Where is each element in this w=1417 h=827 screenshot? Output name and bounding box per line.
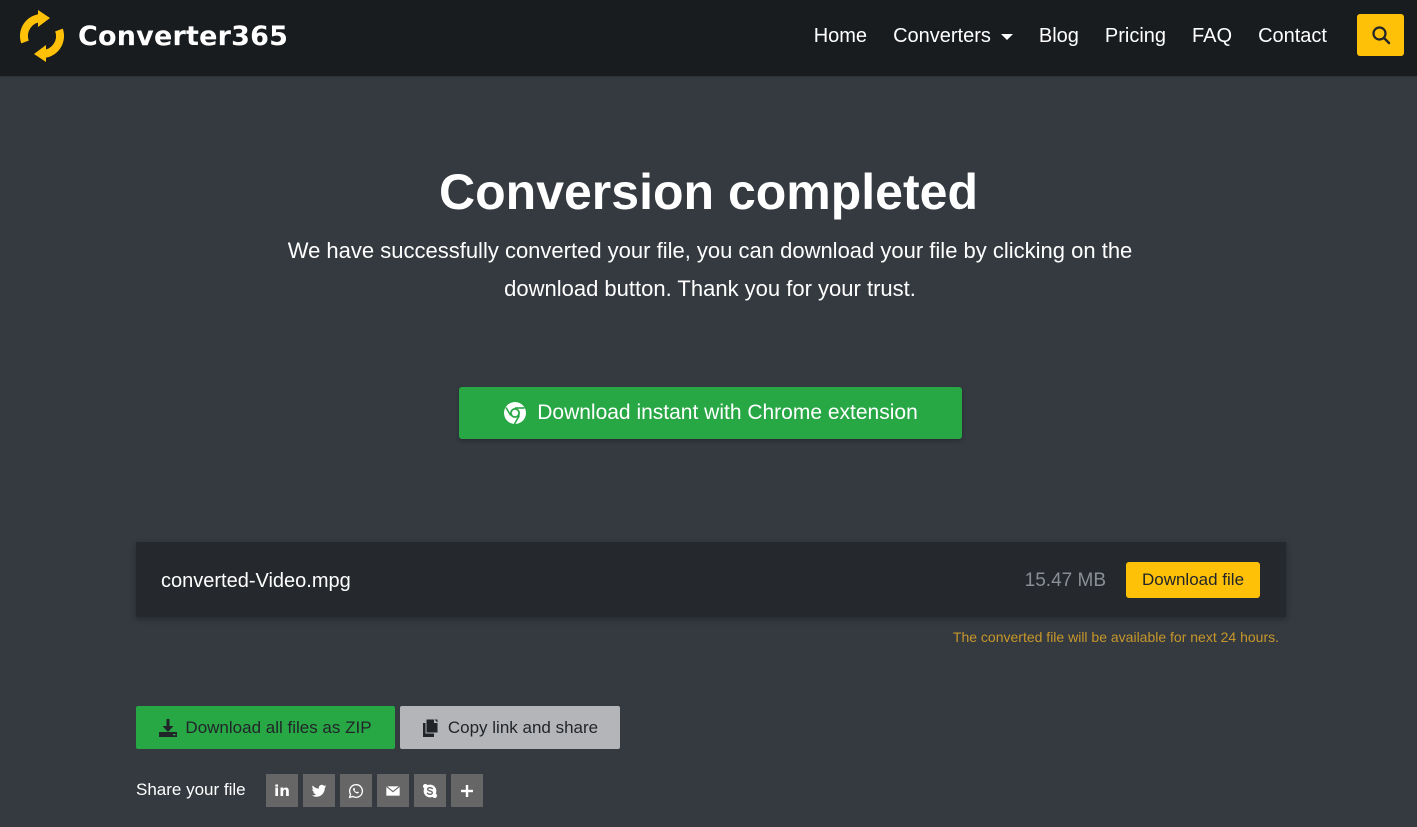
share-twitter-button[interactable]	[303, 774, 335, 807]
share-email-button[interactable]	[377, 774, 409, 807]
page-title: Conversion completed	[439, 164, 978, 220]
page-subtitle: We have successfully converted your file…	[250, 232, 1170, 308]
chrome-icon	[504, 402, 527, 425]
share-more-button[interactable]	[451, 774, 483, 807]
whatsapp-icon	[348, 783, 364, 798]
search-icon	[1371, 26, 1390, 45]
nav-faq[interactable]: FAQ	[1192, 25, 1232, 48]
email-icon	[385, 785, 401, 796]
brand-name: Converter365	[78, 20, 289, 52]
share-whatsapp-button[interactable]	[340, 774, 372, 807]
file-size: 15.47 MB	[1024, 570, 1106, 591]
file-row: converted-Video.mpg 15.47 MB Download fi…	[136, 542, 1286, 617]
copy-link-button[interactable]: Copy link and share	[400, 706, 620, 749]
nav-converters[interactable]: Converters	[893, 25, 1013, 48]
copy-icon	[422, 718, 439, 737]
subtitle-line-2: download button. Thank you for your trus…	[504, 276, 916, 301]
twitter-icon	[311, 784, 327, 797]
nav-pricing[interactable]: Pricing	[1105, 25, 1166, 48]
brand-link[interactable]: Converter365	[16, 10, 288, 62]
download-file-button[interactable]: Download file	[1126, 562, 1260, 598]
chevron-down-icon	[1000, 34, 1013, 40]
linkedin-icon: in	[274, 781, 290, 800]
nav-blog[interactable]: Blog	[1039, 25, 1079, 48]
share-linkedin-button[interactable]: in	[266, 774, 298, 807]
share-label: Share your file	[136, 780, 246, 799]
share-skype-button[interactable]	[414, 774, 446, 807]
plus-icon	[461, 784, 473, 797]
download-zip-label: Download all files as ZIP	[185, 717, 372, 737]
navbar: Converter365 Home Converters Blog Pricin…	[0, 0, 1417, 77]
nav-home[interactable]: Home	[814, 25, 867, 48]
chrome-extension-label: Download instant with Chrome extension	[537, 401, 918, 424]
subtitle-line-1: We have successfully converted your file…	[287, 238, 1133, 263]
chrome-extension-button[interactable]: Download instant with Chrome extension	[459, 387, 962, 439]
share-icons: in	[266, 774, 483, 807]
nav-contact[interactable]: Contact	[1258, 25, 1327, 48]
nav-converters-label: Converters	[893, 24, 991, 47]
main-nav: Home Converters Blog Pricing FAQ Contact	[788, 0, 1327, 72]
search-button[interactable]	[1357, 14, 1404, 56]
skype-icon	[423, 783, 437, 798]
download-zip-button[interactable]: Download all files as ZIP	[136, 706, 395, 749]
copy-link-label: Copy link and share	[447, 717, 599, 737]
file-name: converted-Video.mpg	[161, 570, 351, 592]
download-icon	[159, 718, 178, 737]
availability-note: The converted file will be available for…	[952, 629, 1279, 645]
refresh-logo-icon	[19, 10, 65, 62]
